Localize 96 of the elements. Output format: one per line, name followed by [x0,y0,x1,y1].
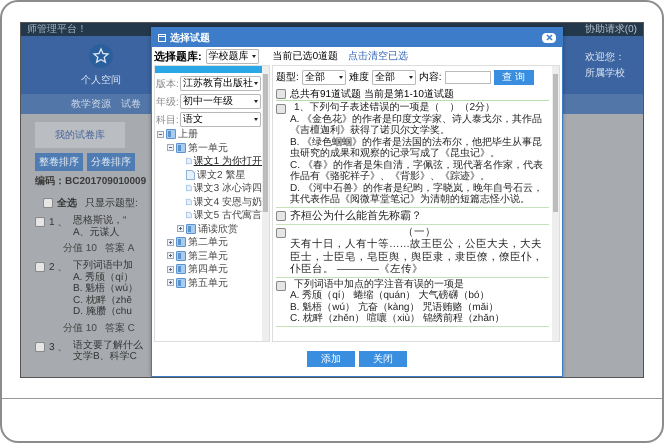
expand-icon[interactable] [167,252,174,259]
question-text: 语文要了解什么 [73,340,143,350]
tree-item[interactable]: 上册 [178,127,198,141]
question-number: 1 、 [49,216,68,229]
tree-item[interactable]: 第五单元 [188,276,228,290]
question-text: B. 魁梧（wú） 亢奋（kàng） 咒语贿赂（mǎi） [290,302,500,312]
clear-link[interactable]: 点击清空已选 [348,49,408,63]
sort-button[interactable]: 分卷排序 [87,153,135,171]
window-icon [158,34,166,42]
checkbox[interactable] [276,210,286,220]
checkbox[interactable] [43,198,53,208]
book-icon [186,224,196,234]
question-text: C. 《春》的作者是朱自清，字佩弦，现代著名作家，代表作品有《骆驼祥子》、《背影》、《踪迹》。 [290,160,544,182]
question-text: B. 魁梧（wú） [73,283,138,294]
filter-select[interactable]: 语文 [180,112,261,127]
content-label: 内容: [418,70,442,84]
expand-icon[interactable] [167,279,174,286]
answer-text: 答案 C [104,322,135,334]
tree-item[interactable]: 第一单元 [188,140,228,154]
checkbox[interactable] [276,104,286,114]
checkbox[interactable] [35,342,45,352]
scrollbar[interactable] [262,66,269,341]
tree-item[interactable]: 第二单元 [188,235,228,249]
difficulty-label: 难度 [348,70,369,84]
tree-item[interactable]: 诵读欣赏 [198,222,238,236]
expand-icon[interactable] [167,266,174,272]
sort-button[interactable]: 整卷排序 [35,153,83,171]
bank-label: 选择题库: [154,50,202,64]
help-link[interactable]: 协助请求(0) [584,23,637,36]
close-button[interactable] [542,32,556,42]
tree-item[interactable]: 课文3 冰心诗四 [194,181,262,195]
platform-title: 师管理平台！ [27,23,87,36]
answer-text: 答案 A [104,242,134,255]
question-text: 下列词语中加点的字注音有误的一项是 [293,278,465,290]
tree-item[interactable]: 课文5 古代寓言 [194,208,262,222]
filter-label: 科目: [156,114,179,126]
checkbox[interactable] [35,217,45,227]
question-text: A. 秀颀（qí） 蜷缩（quán） 大气磅礴（bó） [290,290,490,302]
question-text: C. 枕畔（zhěn） 喧嚷（xiù） 锦绣前程（zhǎn） [290,313,506,324]
collapse-icon[interactable] [167,144,174,151]
book-icon [176,237,186,247]
expand-icon[interactable] [177,225,184,232]
checkbox[interactable] [276,280,286,290]
personal-space-link[interactable]: 个人空间 [81,73,121,87]
question-text: A、元谋人 [73,226,121,238]
summary-text: 总共有91道试题 当前是第1-10道试题 [290,88,454,101]
book-icon [176,264,186,274]
question-text: 下列词语中加 [73,260,134,272]
content-field[interactable] [444,70,491,84]
question-text: A. 《金色花》的作者是印度文学家、诗人泰戈尔，其作品《吉檀迦利》获得了诺贝尔文学奖。 [290,114,544,136]
tree-item[interactable]: 课文4 安恩与奶 [194,194,262,208]
close-icon [546,34,552,41]
filter-label: 版本: [156,78,179,90]
checkbox[interactable] [35,262,45,272]
type-label: 题型: [276,70,299,84]
filter-select[interactable]: 江苏教育出版社 [180,76,261,91]
tree-item[interactable]: 课文2 繁星 [197,168,246,182]
checkbox[interactable] [276,89,286,99]
select-all-label: 全选 [57,196,77,210]
question-text: 天有十日，人有十等……故王臣公，公臣大夫，大夫臣士，士臣皂，皂臣舆，舆臣隶，隶臣僚，僚臣仆，仆臣台。 ————《左传》 [290,238,544,276]
type-select[interactable]: 全部 [302,70,346,84]
question-text: B. 《绿色蝈蝈》的作者是法国的法布尔，他把毕生从事昆虫研究的成果和观察的记录写成了《昆虫记》。 [290,136,544,160]
scrollbar[interactable] [552,66,559,341]
book-icon [176,278,186,288]
question-number: 3 、 [49,340,68,354]
tree-item[interactable]: 第四单元 [188,262,228,276]
book-icon [166,129,176,139]
filter-label: 年级: [156,96,179,108]
question-text: D. 腌臜（chu [73,306,133,318]
tree-item[interactable]: 课文1 为你打开 [194,154,262,168]
tree-item[interactable]: 第三单元 [188,248,228,262]
book-icon [176,250,186,260]
book-icon [176,142,186,152]
collapse-icon[interactable] [157,130,164,138]
question-text: 恩格斯说，“ [73,215,126,226]
filter-select[interactable]: 初中一年级 [180,94,261,109]
school-text: 所属学校 [585,66,626,80]
question-text: 文学B、科学C [73,351,138,362]
checkbox[interactable] [276,228,286,238]
question-text: A. 秀颀（qí） [73,272,135,282]
type-filter-label: 只显示题型: [85,196,138,210]
welcome-text: 欢迎您： [585,50,626,64]
question-number: 2 、 [49,261,68,274]
selected-count: 当前已选0道题 [272,50,338,63]
score-text: 分值 10 [63,322,97,334]
bank-select[interactable]: 学校题库 [206,48,259,64]
question-text: C. 枕畔（zhě [73,294,133,306]
question-text: 1、下列句子表述错误的一项是（ ）（2分） [293,102,496,114]
difficulty-select[interactable]: 全部 [372,70,416,84]
dialog-title: 选择试题 [170,32,211,44]
score-text: 分值 10 [63,242,97,255]
code-text: 编码：BC201709010009 [35,174,146,188]
expand-icon[interactable] [167,238,174,246]
question-text: 齐桓公为什么能首先称霸？ [290,208,423,222]
question-text: （一） [402,226,437,238]
question-text: D. 《河中石兽》的作者是纪昀，字晓岚，晚年自号石云，其代表作品《阅微草堂笔记》为清朝的短篇志怪小说。 [290,182,544,206]
